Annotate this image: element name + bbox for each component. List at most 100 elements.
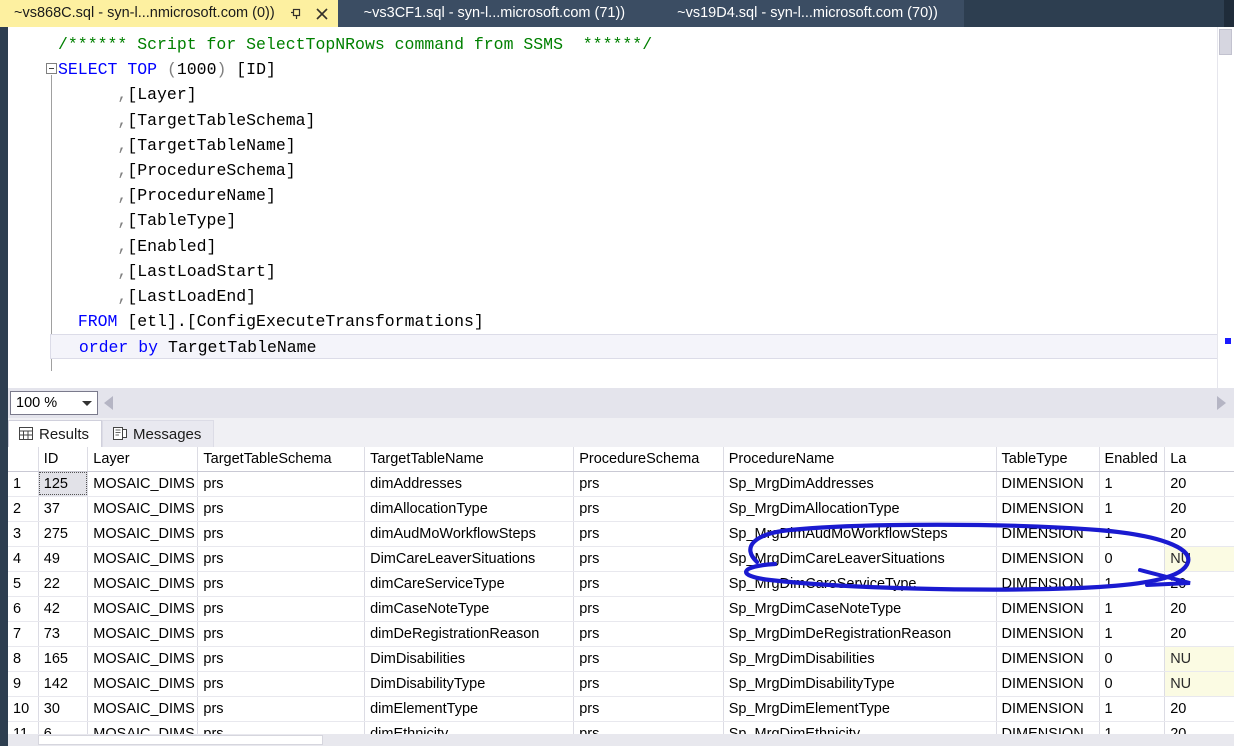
cell-procedureschema[interactable]: prs bbox=[574, 471, 724, 496]
chevron-down-icon[interactable] bbox=[82, 401, 92, 406]
cell-rownum[interactable]: 3 bbox=[8, 521, 38, 546]
cell-id[interactable]: 37 bbox=[38, 496, 88, 521]
cell-targettablename[interactable]: dimElementType bbox=[365, 696, 574, 721]
cell-lastload[interactable]: 20 bbox=[1165, 621, 1234, 646]
cell-id[interactable]: 125 bbox=[38, 471, 88, 496]
cell-targettableschema[interactable]: prs bbox=[198, 546, 365, 571]
cell-lastload[interactable]: NU bbox=[1165, 671, 1234, 696]
cell-lastload[interactable]: 20 bbox=[1165, 521, 1234, 546]
cell-targettableschema[interactable]: prs bbox=[198, 571, 365, 596]
cell-targettableschema[interactable]: prs bbox=[198, 721, 365, 734]
cell-targettableschema[interactable]: prs bbox=[198, 646, 365, 671]
cell-layer[interactable]: MOSAIC_DIMS bbox=[88, 521, 198, 546]
cell-tabletype[interactable]: DIMENSION bbox=[996, 471, 1099, 496]
cell-procedurename[interactable]: Sp_MrgDimAllocationType bbox=[723, 496, 996, 521]
cell-enabled[interactable]: 1 bbox=[1099, 696, 1165, 721]
cell-enabled[interactable]: 1 bbox=[1099, 496, 1165, 521]
cell-layer[interactable]: MOSAIC_DIMS bbox=[88, 546, 198, 571]
scroll-right-arrow-icon[interactable] bbox=[1217, 396, 1226, 410]
cell-procedurename[interactable]: Sp_MrgDimDeRegistrationReason bbox=[723, 621, 996, 646]
cell-tabletype[interactable]: DIMENSION bbox=[996, 671, 1099, 696]
cell-lastload[interactable]: NU bbox=[1165, 646, 1234, 671]
editor-tab-2[interactable]: ~vs3CF1.sql - syn-l...microsoft.com (71)… bbox=[338, 0, 651, 27]
cell-id[interactable]: 73 bbox=[38, 621, 88, 646]
cell-id[interactable]: 49 bbox=[38, 546, 88, 571]
cell-id[interactable]: 6 bbox=[38, 721, 88, 734]
cell-lastload[interactable]: 20 bbox=[1165, 471, 1234, 496]
cell-procedureschema[interactable]: prs bbox=[574, 546, 724, 571]
cell-targettableschema[interactable]: prs bbox=[198, 596, 365, 621]
cell-procedureschema[interactable]: prs bbox=[574, 671, 724, 696]
table-row[interactable]: 449MOSAIC_DIMSprsDimCareLeaverSituations… bbox=[8, 546, 1234, 571]
cell-lastload[interactable]: 20 bbox=[1165, 721, 1234, 734]
cell-targettablename[interactable]: dimAllocationType bbox=[365, 496, 574, 521]
cell-tabletype[interactable]: DIMENSION bbox=[996, 496, 1099, 521]
cell-enabled[interactable]: 0 bbox=[1099, 671, 1165, 696]
cell-procedurename[interactable]: Sp_MrgDimDisabilities bbox=[723, 646, 996, 671]
cell-targettableschema[interactable]: prs bbox=[198, 521, 365, 546]
header-tabletype[interactable]: TableType bbox=[996, 447, 1099, 471]
cell-tabletype[interactable]: DIMENSION bbox=[996, 546, 1099, 571]
cell-layer[interactable]: MOSAIC_DIMS bbox=[88, 471, 198, 496]
cell-targettableschema[interactable]: prs bbox=[198, 696, 365, 721]
cell-targettablename[interactable]: dimCaseNoteType bbox=[365, 596, 574, 621]
results-grid[interactable]: ID Layer TargetTableSchema TargetTableNa… bbox=[8, 447, 1234, 734]
cell-procedurename[interactable]: Sp_MrgDimElementType bbox=[723, 696, 996, 721]
table-row[interactable]: 522MOSAIC_DIMSprsdimCareServiceTypeprsSp… bbox=[8, 571, 1234, 596]
cell-rownum[interactable]: 6 bbox=[8, 596, 38, 621]
cell-layer[interactable]: MOSAIC_DIMS bbox=[88, 596, 198, 621]
cell-targettablename[interactable]: DimCareLeaverSituations bbox=[365, 546, 574, 571]
cell-layer[interactable]: MOSAIC_DIMS bbox=[88, 571, 198, 596]
cell-lastload[interactable]: 20 bbox=[1165, 696, 1234, 721]
table-row[interactable]: 9142MOSAIC_DIMSprsDimDisabilityTypeprsSp… bbox=[8, 671, 1234, 696]
scroll-left-arrow-icon[interactable] bbox=[104, 396, 113, 410]
cell-rownum[interactable]: 11 bbox=[8, 721, 38, 734]
cell-targettableschema[interactable]: prs bbox=[198, 671, 365, 696]
cell-id[interactable]: 30 bbox=[38, 696, 88, 721]
cell-layer[interactable]: MOSAIC_DIMS bbox=[88, 696, 198, 721]
cell-id[interactable]: 165 bbox=[38, 646, 88, 671]
cell-tabletype[interactable]: DIMENSION bbox=[996, 596, 1099, 621]
cell-targettablename[interactable]: dimAudMoWorkflowSteps bbox=[365, 521, 574, 546]
cell-layer[interactable]: MOSAIC_DIMS bbox=[88, 496, 198, 521]
cell-id[interactable]: 22 bbox=[38, 571, 88, 596]
cell-targettablename[interactable]: dimEthnicity bbox=[365, 721, 574, 734]
pin-icon[interactable] bbox=[289, 6, 304, 21]
cell-procedureschema[interactable]: prs bbox=[574, 721, 724, 734]
editor-tab-active[interactable]: ~vs868C.sql - syn-l...nmicrosoft.com (0)… bbox=[0, 0, 338, 27]
cell-enabled[interactable]: 0 bbox=[1099, 546, 1165, 571]
editor-tab-3[interactable]: ~vs19D4.sql - syn-l...microsoft.com (70)… bbox=[651, 0, 964, 27]
cell-procedurename[interactable]: Sp_MrgDimAddresses bbox=[723, 471, 996, 496]
header-layer[interactable]: Layer bbox=[88, 447, 198, 471]
cell-rownum[interactable]: 1 bbox=[8, 471, 38, 496]
cell-procedureschema[interactable]: prs bbox=[574, 596, 724, 621]
header-enabled[interactable]: Enabled bbox=[1099, 447, 1165, 471]
header-procedurename[interactable]: ProcedureName bbox=[723, 447, 996, 471]
cell-procedurename[interactable]: Sp_MrgDimEthnicity bbox=[723, 721, 996, 734]
cell-procedureschema[interactable]: prs bbox=[574, 621, 724, 646]
cell-rownum[interactable]: 4 bbox=[8, 546, 38, 571]
cell-targettableschema[interactable]: prs bbox=[198, 471, 365, 496]
cell-enabled[interactable]: 1 bbox=[1099, 596, 1165, 621]
editor-vertical-scrollbar[interactable] bbox=[1217, 27, 1234, 388]
cell-procedureschema[interactable]: prs bbox=[574, 696, 724, 721]
sql-editor[interactable]: /****** Script for SelectTopNRows comman… bbox=[0, 27, 1234, 388]
cell-rownum[interactable]: 5 bbox=[8, 571, 38, 596]
editor-scroll-thumb[interactable] bbox=[1219, 29, 1232, 55]
cell-lastload[interactable]: 20 bbox=[1165, 596, 1234, 621]
header-lastload[interactable]: La bbox=[1165, 447, 1234, 471]
header-targettableschema[interactable]: TargetTableSchema bbox=[198, 447, 365, 471]
cell-id[interactable]: 42 bbox=[38, 596, 88, 621]
cell-tabletype[interactable]: DIMENSION bbox=[996, 721, 1099, 734]
cell-rownum[interactable]: 2 bbox=[8, 496, 38, 521]
cell-targettableschema[interactable]: prs bbox=[198, 496, 365, 521]
table-row[interactable]: 3275MOSAIC_DIMSprsdimAudMoWorkflowStepsp… bbox=[8, 521, 1234, 546]
table-row[interactable]: 116MOSAIC_DIMSprsdimEthnicityprsSp_MrgDi… bbox=[8, 721, 1234, 734]
cell-enabled[interactable]: 0 bbox=[1099, 646, 1165, 671]
header-targettablename[interactable]: TargetTableName bbox=[365, 447, 574, 471]
cell-tabletype[interactable]: DIMENSION bbox=[996, 571, 1099, 596]
cell-procedurename[interactable]: Sp_MrgDimAudMoWorkflowSteps bbox=[723, 521, 996, 546]
grid-horizontal-scrollbar[interactable] bbox=[0, 734, 1234, 746]
sql-code-text[interactable]: /****** Script for SelectTopNRows comman… bbox=[52, 32, 1230, 359]
grid-scroll-thumb[interactable] bbox=[38, 735, 323, 745]
